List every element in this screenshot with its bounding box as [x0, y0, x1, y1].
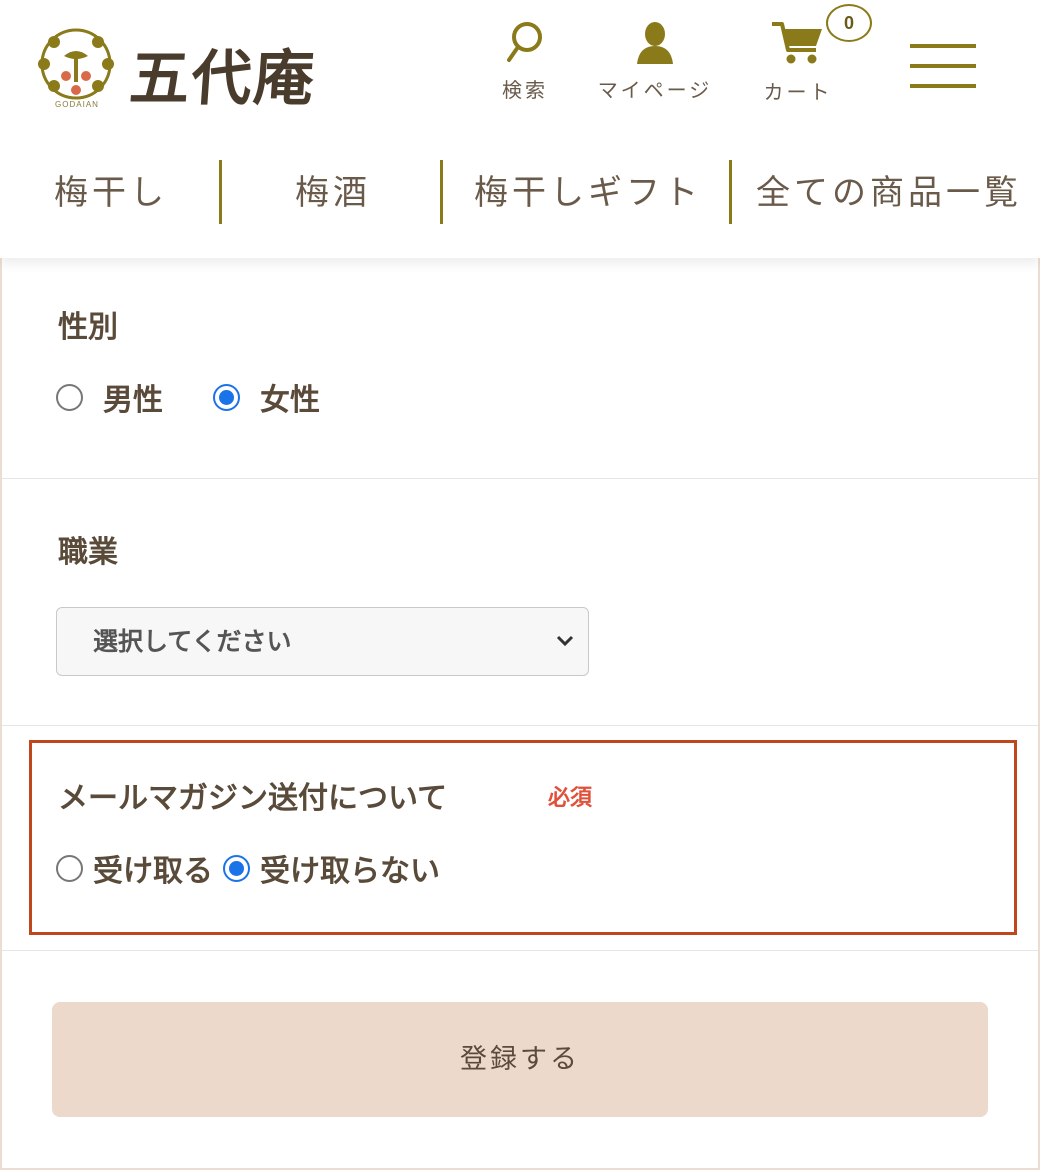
- mail-magazine-label: メールマガジン送付について: [58, 781, 448, 816]
- cart-label: カート: [763, 80, 833, 104]
- logo-subtext: GODAIAN: [55, 100, 99, 109]
- mail-magazine-receive-radio[interactable]: [56, 854, 83, 882]
- nav-item-umeboshi[interactable]: 梅干し: [54, 160, 168, 226]
- occupation-label: 職業: [58, 535, 118, 570]
- gender-radio-group: 男性 女性: [56, 375, 370, 419]
- logo-wordmark: 五代庵: [127, 44, 319, 114]
- mail-magazine-decline-radio[interactable]: [223, 854, 250, 882]
- cart-icon: [772, 22, 822, 64]
- plum-emblem-icon: [38, 28, 114, 100]
- nav-item-umeboshi-gift[interactable]: 梅干しギフト: [474, 160, 702, 226]
- mail-magazine-error-box: [29, 740, 1017, 935]
- cart-count-badge: 0: [826, 4, 872, 42]
- mail-magazine-receive-label[interactable]: 受け取る: [93, 846, 213, 890]
- section-divider: [0, 725, 1040, 726]
- category-nav: 梅干し 梅酒 梅干しギフト 全ての商品一覧: [0, 160, 1040, 226]
- occupation-select-value: 選択してください: [93, 627, 292, 656]
- gender-female-label[interactable]: 女性: [260, 375, 320, 419]
- hamburger-menu-icon[interactable]: [910, 44, 976, 90]
- gender-label: 性別: [58, 310, 118, 345]
- site-header: GODAIAN 五代庵 検索 マイページ カート 0 梅干し 梅酒 梅干しギフト…: [0, 0, 1040, 258]
- nav-item-all-products[interactable]: 全ての商品一覧: [756, 160, 1022, 226]
- menu-bar: [910, 84, 976, 88]
- site-logo[interactable]: GODAIAN 五代庵: [30, 20, 360, 115]
- nav-divider: [729, 160, 732, 224]
- nav-item-umeshu[interactable]: 梅酒: [295, 160, 371, 226]
- search-button[interactable]: 検索: [460, 20, 590, 120]
- section-divider: [0, 478, 1040, 479]
- nav-divider: [219, 160, 222, 224]
- menu-bar: [910, 64, 976, 68]
- section-divider: [0, 950, 1040, 951]
- mail-magazine-decline-label[interactable]: 受け取らない: [260, 846, 440, 890]
- required-badge: 必須: [548, 786, 593, 811]
- user-icon: [637, 22, 673, 64]
- chevron-down-icon: [556, 635, 574, 647]
- mail-magazine-radio-group: 受け取る 受け取らない: [56, 846, 450, 890]
- mypage-label: マイページ: [597, 78, 713, 102]
- occupation-select[interactable]: 選択してください: [56, 607, 589, 676]
- search-icon: [507, 22, 542, 62]
- gender-male-label[interactable]: 男性: [103, 375, 163, 419]
- search-label: 検索: [502, 78, 548, 102]
- mypage-button[interactable]: マイページ: [590, 20, 720, 120]
- menu-bar: [910, 44, 976, 48]
- gender-male-radio[interactable]: [56, 383, 83, 411]
- nav-divider: [440, 160, 443, 224]
- gender-female-radio[interactable]: [213, 383, 240, 411]
- register-button[interactable]: 登録する: [52, 1002, 988, 1117]
